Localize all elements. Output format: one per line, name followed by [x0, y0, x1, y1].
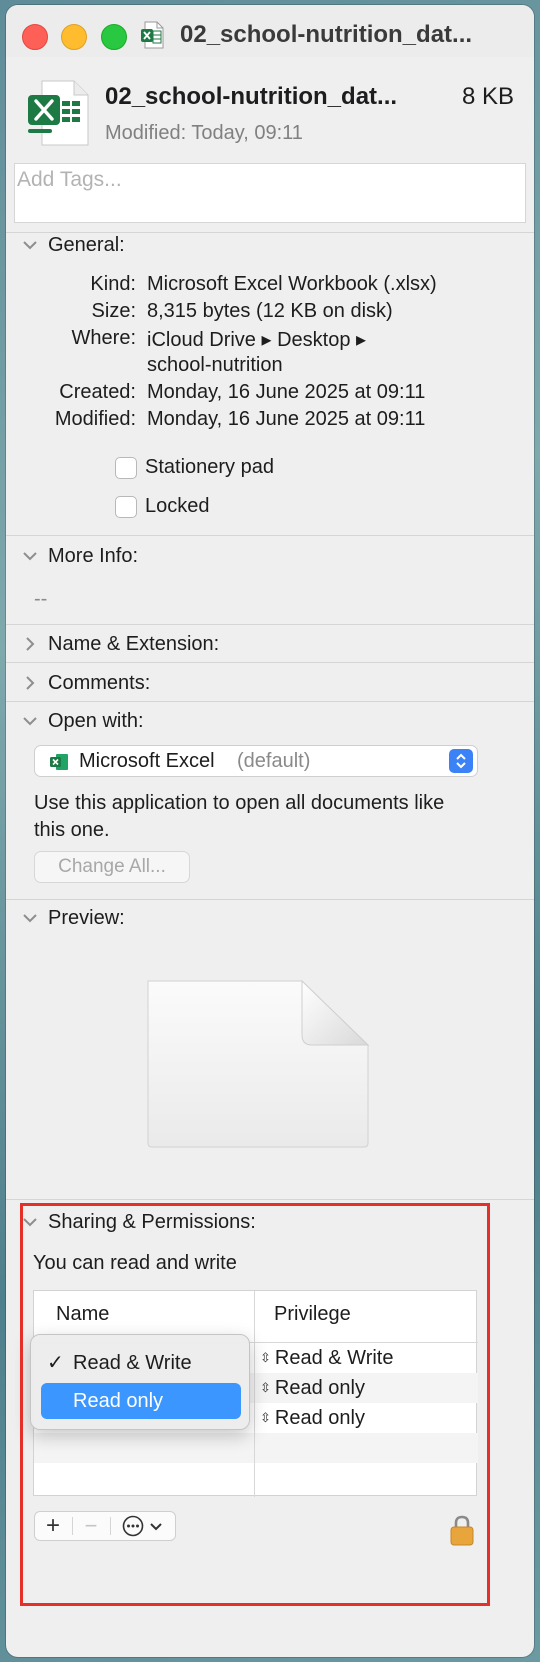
chevron-down-icon[interactable]	[20, 908, 40, 928]
where-value: iCloud Drive ▸ Desktop ▸	[147, 329, 367, 351]
chevron-down-icon[interactable]	[20, 711, 40, 731]
modified-label: Modified:	[54, 408, 136, 430]
created-label: Created:	[59, 381, 136, 403]
app-name: Microsoft Excel	[79, 750, 215, 772]
zoom-button[interactable]	[101, 24, 127, 50]
locked-label: Locked	[145, 495, 210, 517]
app-default-label: (default)	[237, 750, 311, 772]
more-info-value: --	[34, 588, 48, 610]
open-with-popup[interactable]: Microsoft Excel (default)	[34, 745, 478, 777]
section-general-title: General:	[48, 233, 125, 256]
tags-input[interactable]	[15, 164, 507, 192]
add-user-button[interactable]: +	[35, 1512, 71, 1540]
divider	[6, 535, 534, 536]
section-more-info-title: More Info:	[48, 544, 139, 567]
excel-app-icon	[50, 754, 68, 770]
document-preview-icon	[147, 979, 370, 1148]
chevron-right-icon[interactable]	[20, 673, 40, 693]
chevron-down-icon[interactable]	[20, 235, 40, 255]
chevron-right-icon[interactable]	[20, 634, 40, 654]
change-all-button[interactable]: Change All...	[34, 851, 190, 883]
tags-field[interactable]	[14, 163, 526, 223]
close-button[interactable]	[22, 24, 48, 50]
checkbox[interactable]	[115, 495, 137, 518]
divider	[6, 662, 534, 663]
window-title: 02_school-nutrition_dat...	[180, 21, 473, 48]
divider	[6, 1199, 534, 1200]
divider	[6, 899, 534, 900]
permissions-toolbar: + −	[34, 1511, 176, 1541]
kind-label: Kind:	[90, 273, 136, 295]
section-preview[interactable]: Preview:	[20, 904, 125, 932]
action-menu-button[interactable]	[113, 1512, 173, 1540]
updown-icon[interactable]	[449, 749, 473, 773]
get-info-window: 02_school-nutrition_dat... 02_school-nut…	[6, 5, 534, 1657]
title-bar[interactable]: 02_school-nutrition_dat...	[6, 5, 534, 57]
minimize-button[interactable]	[61, 24, 87, 50]
size-label: Size:	[91, 300, 136, 322]
separator	[110, 1517, 111, 1535]
modified-value: Monday, 16 June 2025 at 09:11	[147, 408, 426, 430]
open-with-help-text: Use this application to open all documen…	[34, 792, 445, 841]
kind-value: Microsoft Excel Workbook (.xlsx)	[147, 273, 437, 295]
ellipsis-icon	[122, 1515, 144, 1537]
highlight-box	[20, 1203, 490, 1606]
checkbox[interactable]	[115, 456, 137, 479]
section-name-extension-title: Name & Extension:	[48, 632, 220, 655]
stationery-pad-checkbox[interactable]: Stationery pad	[115, 456, 274, 479]
modified-summary: Modified: Today, 09:11	[105, 122, 303, 144]
excel-file-icon	[141, 21, 164, 49]
section-more-info[interactable]: More Info:	[20, 542, 138, 570]
where-value-line2: school-nutrition	[147, 354, 283, 376]
excel-file-icon	[28, 80, 89, 146]
divider	[6, 701, 534, 702]
section-comments[interactable]: Comments:	[20, 669, 150, 697]
chevron-down-icon	[150, 1523, 162, 1531]
stationery-pad-label: Stationery pad	[145, 456, 274, 478]
section-name-extension[interactable]: Name & Extension:	[20, 630, 219, 658]
divider	[6, 624, 534, 625]
chevron-down-icon[interactable]	[20, 546, 40, 566]
created-value: Monday, 16 June 2025 at 09:11	[147, 381, 426, 403]
where-label: Where:	[71, 327, 136, 349]
lock-icon[interactable]	[448, 1514, 476, 1546]
section-open-with-title: Open with:	[48, 709, 144, 732]
size-value: 8,315 bytes (12 KB on disk)	[147, 300, 393, 322]
remove-user-button[interactable]: −	[73, 1512, 109, 1540]
locked-checkbox[interactable]: Locked	[115, 495, 210, 518]
section-open-with[interactable]: Open with:	[20, 707, 144, 735]
file-name: 02_school-nutrition_dat...	[105, 83, 398, 110]
file-size: 8 KB	[462, 83, 515, 110]
section-general[interactable]: General:	[20, 231, 125, 259]
section-preview-title: Preview:	[48, 906, 125, 929]
section-comments-title: Comments:	[48, 671, 151, 694]
